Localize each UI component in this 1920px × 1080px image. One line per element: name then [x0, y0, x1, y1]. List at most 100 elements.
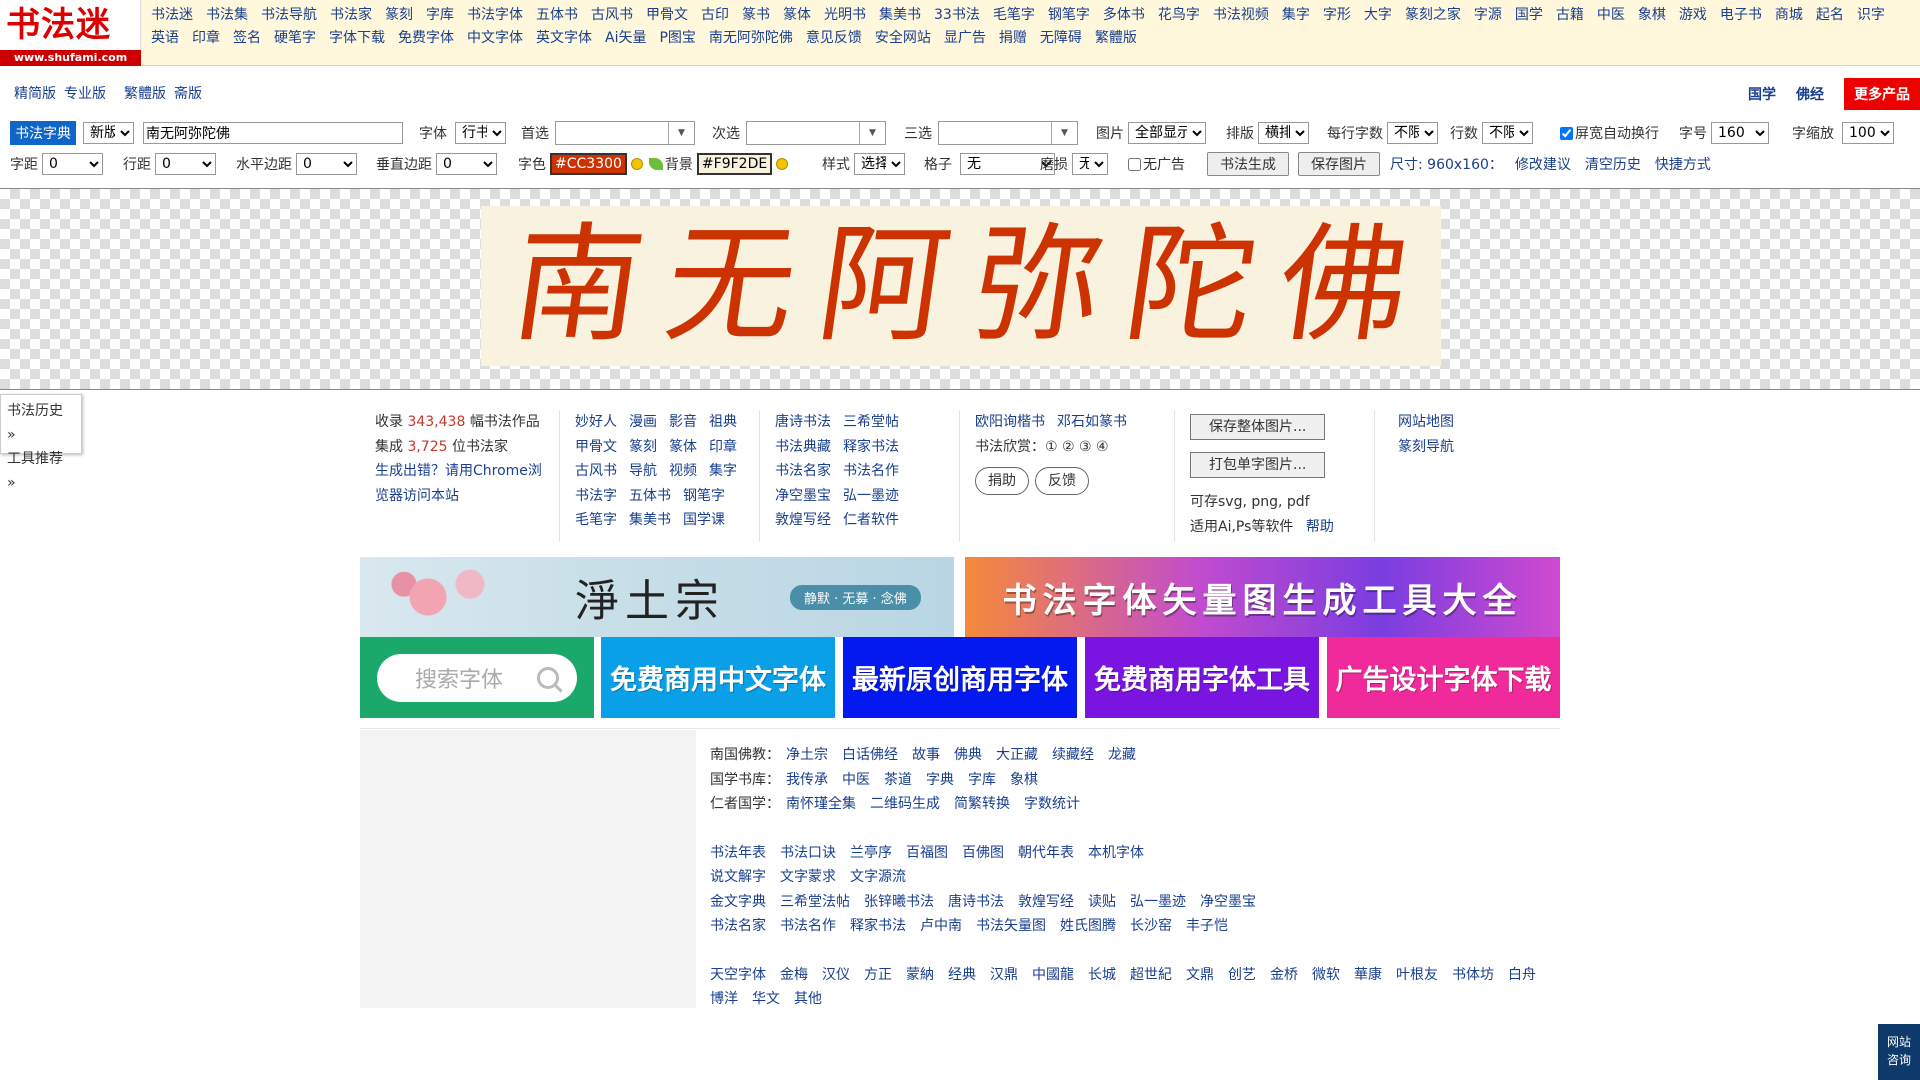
more-products-button[interactable]: 更多产品	[1844, 78, 1920, 110]
top-link[interactable]: 字库	[426, 7, 454, 23]
top-link[interactable]: 大字	[1364, 7, 1392, 23]
top-link[interactable]: 古风书	[591, 7, 633, 23]
bottom-link[interactable]: 白话佛经	[842, 747, 898, 763]
top-link[interactable]: 起名	[1816, 7, 1844, 23]
bottom-link[interactable]: 华文	[752, 991, 780, 1007]
col-link[interactable]: 篆刻	[629, 439, 657, 455]
suggest-link[interactable]: 修改建议	[1515, 154, 1571, 174]
top-link[interactable]: 捐赠	[999, 30, 1027, 46]
font-select[interactable]: 行书	[455, 122, 506, 144]
top-link[interactable]: 书法家	[330, 7, 372, 23]
top-link[interactable]: 商城	[1775, 7, 1803, 23]
top-link[interactable]: 古印	[701, 7, 729, 23]
top-link[interactable]: 字体下载	[329, 30, 385, 46]
top-link[interactable]: Ai矢量	[605, 30, 646, 46]
char-spacing-select[interactable]: 0	[42, 153, 103, 175]
col-link[interactable]: 漫画	[629, 414, 657, 430]
bottom-link[interactable]: 张锌曦书法	[864, 894, 934, 910]
bottom-link[interactable]: 创艺	[1228, 967, 1256, 983]
top-link[interactable]: 英语	[151, 30, 179, 46]
top-link[interactable]: 英文字体	[536, 30, 592, 46]
bottom-link[interactable]: 大正藏	[996, 747, 1038, 763]
col-link[interactable]: 书法字	[575, 488, 617, 504]
col-link[interactable]: 钢笔字	[683, 488, 725, 504]
col-link[interactable]: 净空墨宝	[775, 488, 831, 504]
bottom-link[interactable]: 说文解字	[710, 869, 766, 885]
bottom-link[interactable]: 龙藏	[1108, 747, 1136, 763]
bottom-link[interactable]: 文字源流	[850, 869, 906, 885]
bottom-link[interactable]: 续藏经	[1052, 747, 1094, 763]
col-link[interactable]: 书法典藏	[775, 439, 831, 455]
wrap-checkbox[interactable]	[1560, 126, 1573, 140]
bottom-link[interactable]: 释家书法	[850, 918, 906, 934]
edition-link[interactable]: 专业版	[64, 86, 106, 102]
top-link[interactable]: 书法集	[206, 7, 248, 23]
tile-free-tools[interactable]: 免费商用字体工具	[1085, 637, 1319, 718]
h-margin-select[interactable]: 0	[296, 153, 357, 175]
bottom-link[interactable]: 蒙納	[906, 967, 934, 983]
bottom-link[interactable]: 金桥	[1270, 967, 1298, 983]
top-link[interactable]: 电子书	[1720, 7, 1762, 23]
bottom-link[interactable]: 百佛图	[962, 845, 1004, 861]
chevron-down-icon[interactable]: ▼	[668, 122, 694, 144]
size-select[interactable]: 160	[1711, 122, 1769, 144]
version-select[interactable]: 新版	[83, 122, 134, 144]
third-input[interactable]	[939, 122, 1051, 144]
pack-button[interactable]: 打包单字图片...	[1190, 452, 1326, 478]
col-link[interactable]: 影音	[669, 414, 697, 430]
top-link[interactable]: 钢笔字	[1048, 7, 1090, 23]
chevron-down-icon[interactable]: ▼	[859, 122, 885, 144]
bottom-link[interactable]: 弘一墨迹	[1130, 894, 1186, 910]
style-select[interactable]: 选择	[854, 153, 905, 175]
top-link[interactable]: 篆书	[742, 7, 770, 23]
top-link[interactable]: 印章	[192, 30, 220, 46]
history-tab[interactable]: 书法历史 »	[7, 399, 75, 447]
col-link[interactable]: 集字	[709, 463, 737, 479]
col-link[interactable]: 五体书	[629, 488, 671, 504]
bottom-link[interactable]: 汉仪	[822, 967, 850, 983]
col-link[interactable]: 敦煌写经	[775, 512, 831, 528]
bottom-link[interactable]: 百福图	[906, 845, 948, 861]
scale-select[interactable]: 100	[1842, 122, 1894, 144]
guoxue-link[interactable]: 国学	[1748, 84, 1776, 104]
col-link[interactable]: 三希堂帖	[843, 414, 899, 430]
bottom-link[interactable]: 南怀瑾全集	[786, 796, 856, 812]
top-link[interactable]: 花鸟字	[1158, 7, 1200, 23]
top-link[interactable]: 中医	[1597, 7, 1625, 23]
bottom-link[interactable]: 兰亭序	[850, 845, 892, 861]
bg-color-swatch[interactable]: #F9F2DE	[696, 153, 773, 175]
bottom-link[interactable]: 文鼎	[1186, 967, 1214, 983]
vector-banner[interactable]: 书法字体矢量图生成工具大全	[965, 557, 1560, 637]
ouyangxun-link[interactable]: 欧阳询楷书	[975, 414, 1045, 430]
bottom-link[interactable]: 净空墨宝	[1200, 894, 1256, 910]
donate-button[interactable]: 捐助	[975, 467, 1029, 495]
top-link[interactable]: 书法导航	[261, 7, 317, 23]
top-link[interactable]: P图宝	[659, 30, 695, 46]
bottom-link[interactable]: 博洋	[710, 991, 738, 1007]
jingtu-banner[interactable]: 淨土宗 静默 · 无募 · 念佛	[360, 557, 954, 637]
bottom-link[interactable]: 书法名作	[780, 918, 836, 934]
generate-button[interactable]: 书法生成	[1207, 152, 1289, 176]
top-link[interactable]: 书法迷	[151, 7, 193, 23]
v-margin-select[interactable]: 0	[436, 153, 497, 175]
bottom-link[interactable]: 故事	[912, 747, 940, 763]
chevron-down-icon[interactable]: ▼	[1051, 122, 1077, 144]
top-link[interactable]: 集字	[1282, 7, 1310, 23]
fojing-link[interactable]: 佛经	[1796, 84, 1824, 104]
shortcut-link[interactable]: 快捷方式	[1655, 154, 1711, 174]
col-link[interactable]: 书法名作	[843, 463, 899, 479]
bottom-link[interactable]: 金梅	[780, 967, 808, 983]
top-link[interactable]: 识字	[1857, 7, 1885, 23]
bottom-link[interactable]: 读贴	[1088, 894, 1116, 910]
bottom-link[interactable]: 长城	[1088, 967, 1116, 983]
col-link[interactable]: 篆体	[669, 439, 697, 455]
bottom-link[interactable]: 超世紀	[1130, 967, 1172, 983]
top-link[interactable]: 免费字体	[398, 30, 454, 46]
col-link[interactable]: 妙好人	[575, 414, 617, 430]
bottom-link[interactable]: 叶根友	[1396, 967, 1438, 983]
save-image-button[interactable]: 保存图片	[1298, 152, 1380, 176]
smiley-icon[interactable]	[776, 158, 789, 170]
col-link[interactable]: 弘一墨迹	[843, 488, 899, 504]
bottom-link[interactable]: 书法年表	[710, 845, 766, 861]
bottom-link[interactable]: 敦煌写经	[1018, 894, 1074, 910]
